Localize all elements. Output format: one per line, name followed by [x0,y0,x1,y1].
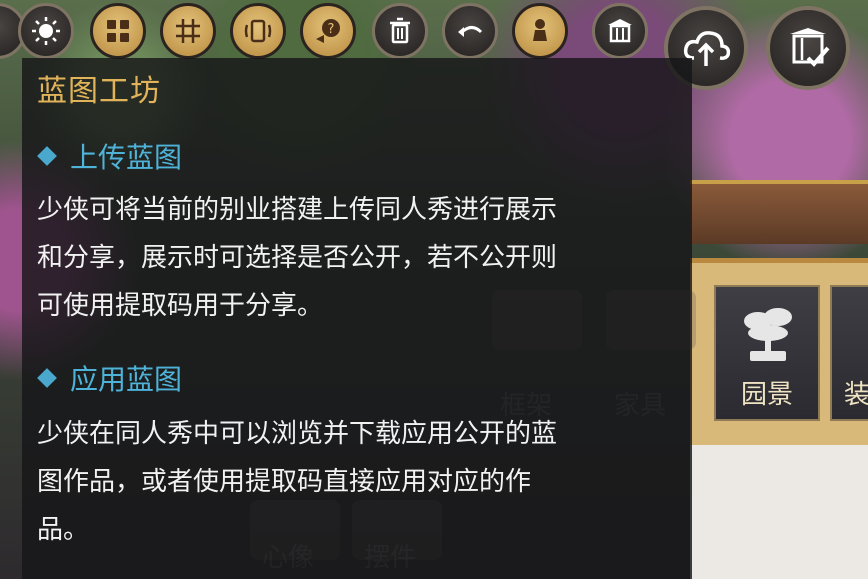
building-icon [608,19,632,43]
text-line: 品。 [37,515,90,545]
category-decor-label: 装 [844,380,868,410]
text-line: 图作品，或者使用提取码直接应用对应的作 [37,467,532,497]
text-line: 少侠可将当前的别业搭建上传同人秀进行展示 [37,195,558,225]
character-button[interactable] [512,3,568,59]
character-icon [533,19,547,41]
blueprint-workshop-tooltip: 蓝图工坊 上传蓝图 少侠可将当前的别业搭建上传同人秀进行展示 和分享，展示时可选… [22,58,692,579]
blueprint-check-icon [790,28,830,67]
building-button[interactable] [592,3,648,59]
help-icon: ? [316,19,340,43]
category-landscape-button[interactable]: 园景 [714,285,820,421]
trash-icon [390,17,410,44]
layout-grid-icon [107,20,129,42]
tooltip-title: 蓝图工坊 [37,74,161,109]
text-line: 少侠在同人秀中可以浏览并下载应用公开的蓝 [37,419,558,449]
section-heading-apply: 应用蓝图 [70,363,183,396]
section-upload-text: 少侠可将当前的别业搭建上传同人秀进行展示 和分享，展示时可选择是否公开，若不公开… [37,186,687,330]
rotate-icon [244,19,272,43]
section-heading-upload: 上传蓝图 [70,141,183,174]
help-button[interactable]: ? [300,3,356,59]
layout-button[interactable] [90,3,146,59]
text-line: 和分享，展示时可选择是否公开，若不公开则 [37,243,558,273]
apply-blueprint-button[interactable] [766,6,850,90]
section-upload-heading: 上传蓝图 [37,136,183,176]
rotate-button[interactable] [230,3,286,59]
grid-toggle-button[interactable] [160,3,216,59]
sun-button[interactable] [18,3,74,59]
bonsai-icon [744,308,792,361]
white-wall [690,440,868,579]
category-landscape-label: 园景 [740,380,793,410]
diamond-bullet-icon [37,146,57,166]
undo-button[interactable] [442,3,498,59]
hash-grid-icon [176,19,200,43]
category-decor-button[interactable]: 装 [830,285,868,421]
undo-icon [458,26,483,37]
text-line: 可使用提取码用于分享。 [37,291,324,321]
roof-eave [690,180,868,244]
delete-button[interactable] [372,3,428,59]
diamond-bullet-icon [37,368,57,388]
sun-icon [32,17,60,45]
section-apply-heading: 应用蓝图 [37,358,183,398]
svg-text:?: ? [328,22,335,37]
section-apply-text: 少侠在同人秀中可以浏览并下载应用公开的蓝 图作品，或者使用提取码直接应用对应的作… [37,410,687,554]
